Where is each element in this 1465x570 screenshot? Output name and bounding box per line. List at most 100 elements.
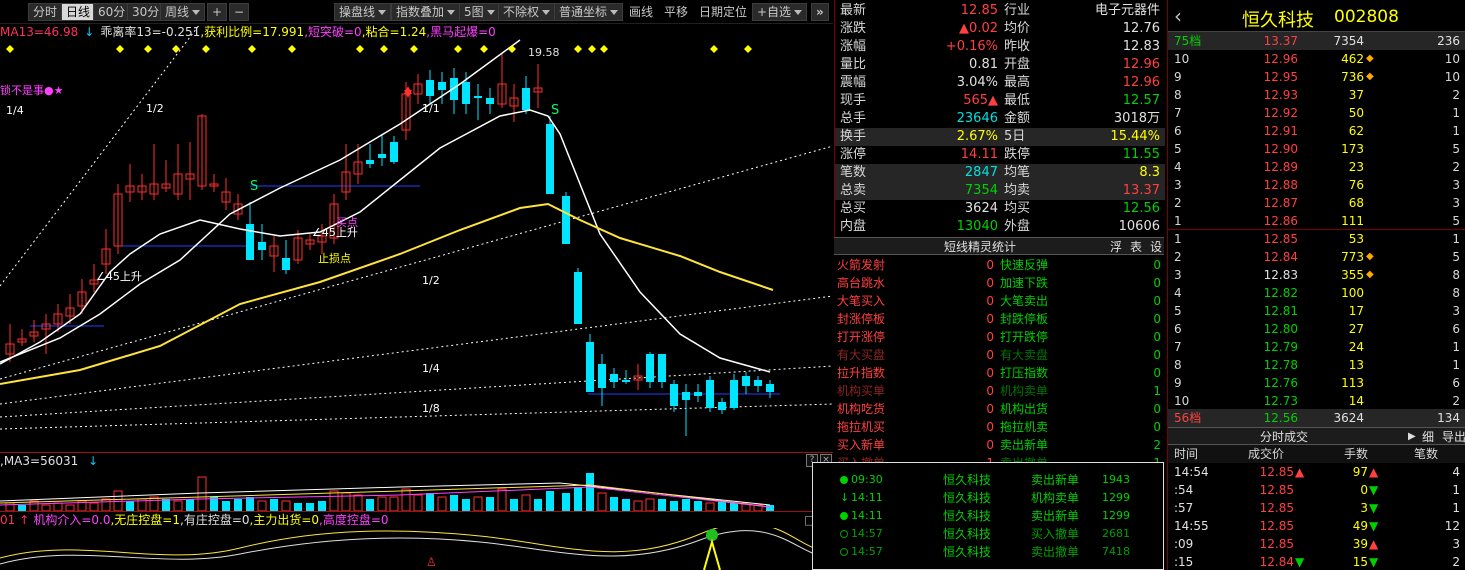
alert-row[interactable]: 14:11 恒久科技 卖出新单 1299 — [813, 507, 1163, 525]
candle-body — [562, 196, 570, 244]
ask-row[interactable]: 9 12.95 736 ◆ 10 — [1168, 68, 1465, 86]
alert-action: 机构卖单 — [1031, 491, 1080, 505]
sprite-row[interactable]: 高台跳水 0 加速下跌 0 — [834, 274, 1164, 292]
alert-row[interactable]: 14:57 恒久科技 买入撤单 2681 — [813, 525, 1163, 543]
trade-row: :09 12.85 39 ▲ 3 — [1168, 535, 1465, 553]
quote-row: 总卖 7354 均卖 13.37 — [835, 182, 1165, 200]
bid-row[interactable]: 3 12.83 355 ◆ 8 — [1168, 266, 1465, 284]
candle-body — [742, 376, 750, 386]
tab-intraday[interactable]: 分时 — [28, 3, 63, 21]
alert-row[interactable]: 14:57 恒久科技 卖出撤单 7418 — [813, 543, 1163, 561]
col-time: 时间 — [1174, 447, 1199, 461]
bid-row[interactable]: 6 12.80 27 6 — [1168, 320, 1465, 338]
candle-body — [390, 142, 398, 162]
draw-line-button[interactable]: 画线 — [624, 3, 658, 21]
bid-row[interactable]: 4 12.82 100 8 — [1168, 284, 1465, 302]
sprite-row[interactable]: 买入新单 0 卖出新单 2 — [834, 436, 1164, 454]
sprite-row[interactable]: 拉升指数 0 打压指数 0 — [834, 364, 1164, 382]
order-book-panel: ‹ 恒久科技 002808 75档 13.37 7354 236 10 12.96 462 ◆… — [1167, 0, 1465, 570]
tab-30min[interactable]: 30分 — [127, 3, 165, 21]
chevron-down-icon — [447, 10, 456, 15]
sprite-row[interactable]: 打开涨停 0 打开跌停 0 — [834, 328, 1164, 346]
date-locate-button[interactable]: 日期定位 — [694, 3, 752, 21]
ask-row[interactable]: 7 12.92 50 1 — [1168, 104, 1465, 122]
tab-daily[interactable]: 日线 — [61, 3, 96, 21]
quote-label: 最低 — [1004, 93, 1031, 108]
ask-row[interactable]: 5 12.90 173 5 — [1168, 140, 1465, 158]
collapse-panel-button[interactable]: » — [811, 3, 829, 21]
level-price: 12.76 — [1263, 376, 1298, 390]
menu-coordinates[interactable]: 普通坐标 — [554, 3, 624, 21]
menu-ex-rights[interactable]: 不除权 — [498, 3, 556, 21]
quote-label: 昨收 — [1004, 39, 1031, 54]
ask-row[interactable]: 6 12.91 62 1 — [1168, 122, 1465, 140]
candlestick-chart[interactable]: 1/4 1/21/21/41/81/119.58锁不是事●★∠45上升∠45上升买… — [0, 24, 833, 452]
table-button[interactable]: 表 — [1130, 239, 1142, 255]
detail-button[interactable]: 细 — [1422, 429, 1434, 445]
settings-button[interactable]: 设 — [1150, 239, 1162, 255]
alert-row[interactable]: ↓ 14:11 恒久科技 机构卖单 1299 — [813, 489, 1163, 507]
bid-row[interactable]: 10 12.73 14 2 — [1168, 392, 1465, 410]
level-volume: 76 — [1348, 178, 1364, 192]
annotation-label: ∠45上升 — [96, 270, 142, 283]
level-volume: 23 — [1348, 160, 1364, 174]
volume-chart[interactable] — [0, 469, 833, 511]
sprite-row[interactable]: 有大买盘 0 有大卖盘 0 — [834, 346, 1164, 364]
ask-row[interactable]: 2 12.87 68 3 — [1168, 194, 1465, 212]
tab-weekly[interactable]: 周线 — [160, 3, 206, 21]
sprite-row[interactable]: 火箭发射 0 快速反弹 0 — [834, 256, 1164, 274]
alert-row[interactable]: 09:30 恒久科技 卖出新单 1943 — [813, 471, 1163, 489]
volume-bar — [597, 492, 607, 511]
level-price: 12.82 — [1263, 286, 1298, 300]
alert-volume: 7418 — [1102, 545, 1130, 558]
volume-bar — [546, 491, 554, 511]
sprite-row[interactable]: 拖拉机买 0 拖拉机卖 0 — [834, 418, 1164, 436]
float-button[interactable]: 浮 — [1110, 239, 1122, 255]
candle-body — [474, 96, 482, 98]
sprite-row[interactable]: 封涨停板 0 封跌停板 0 — [834, 310, 1164, 328]
sprite-row[interactable]: 机构吃货 0 机构出货 0 — [834, 400, 1164, 418]
bid-row[interactable]: 1 12.85 53 1 — [1168, 230, 1465, 248]
quote-value: 14.11 — [960, 147, 998, 162]
ask-total-row[interactable]: 75档 13.37 7354 236 — [1168, 32, 1465, 50]
candle-body — [766, 384, 774, 392]
sprite-row[interactable]: 大笔买入 0 大笔卖出 0 — [834, 292, 1164, 310]
play-icon[interactable]: ▶ — [1408, 429, 1416, 445]
menu-index-overlay[interactable]: 指数叠加 — [391, 3, 461, 21]
back-icon[interactable]: ‹ — [1174, 4, 1182, 28]
fraction-label: 1/8 — [422, 402, 440, 415]
bid-row[interactable]: 5 12.81 17 3 — [1168, 302, 1465, 320]
ask-row[interactable]: 3 12.88 76 3 — [1168, 176, 1465, 194]
sprite-sell-count: 0 — [1153, 366, 1161, 380]
bid-row[interactable]: 7 12.79 24 1 — [1168, 338, 1465, 356]
ask-row[interactable]: 10 12.96 462 ◆ 10 — [1168, 50, 1465, 68]
tab-60min[interactable]: 60分 — [93, 3, 131, 21]
quote-value: 565▲ — [963, 93, 998, 108]
level-price: 12.87 — [1263, 196, 1298, 210]
menu-operating-line[interactable]: 操盘线 — [334, 3, 392, 21]
level-volume: 173 — [1341, 142, 1364, 156]
signal-diamond — [410, 45, 418, 53]
chevron-down-icon — [192, 10, 201, 15]
indicator-chart[interactable]: ♙ — [0, 528, 833, 570]
zoom-out-button[interactable]: − — [229, 3, 250, 21]
add-favorite-button[interactable]: +自选 — [752, 3, 808, 21]
bid-total-row[interactable]: 56档 12.56 3624 134 — [1168, 409, 1465, 427]
menu-five-charts[interactable]: 5图 — [459, 3, 500, 21]
bid-row[interactable]: 9 12.76 113 6 — [1168, 374, 1465, 392]
quote-value: 12.76 — [1122, 21, 1160, 36]
bid-row[interactable]: 2 12.84 773 ◆ 5 — [1168, 248, 1465, 266]
zoom-in-button[interactable]: + — [207, 3, 228, 21]
export-button[interactable]: 导出 — [1442, 429, 1465, 445]
level-volume: 462 — [1341, 52, 1364, 66]
ask-row[interactable]: 8 12.93 37 2 — [1168, 86, 1465, 104]
bid-row[interactable]: 8 12.78 13 1 — [1168, 356, 1465, 374]
trade-volume: 39 — [1352, 537, 1368, 551]
level-count: 236 — [1437, 34, 1460, 48]
ask-row[interactable]: 4 12.89 23 2 — [1168, 158, 1465, 176]
sprite-row[interactable]: 机构买单 0 机构卖单 1 — [834, 382, 1164, 400]
ask-row[interactable]: 1 12.86 111 5 — [1168, 212, 1465, 230]
pan-button[interactable]: 平移 — [659, 3, 693, 21]
sprite-alert-list[interactable]: 09:30 恒久科技 卖出新单 1943 ↓ 14:11 恒久科技 机构卖单 1299 14:11… — [812, 462, 1164, 570]
alert-action: 买入撤单 — [1031, 527, 1080, 541]
